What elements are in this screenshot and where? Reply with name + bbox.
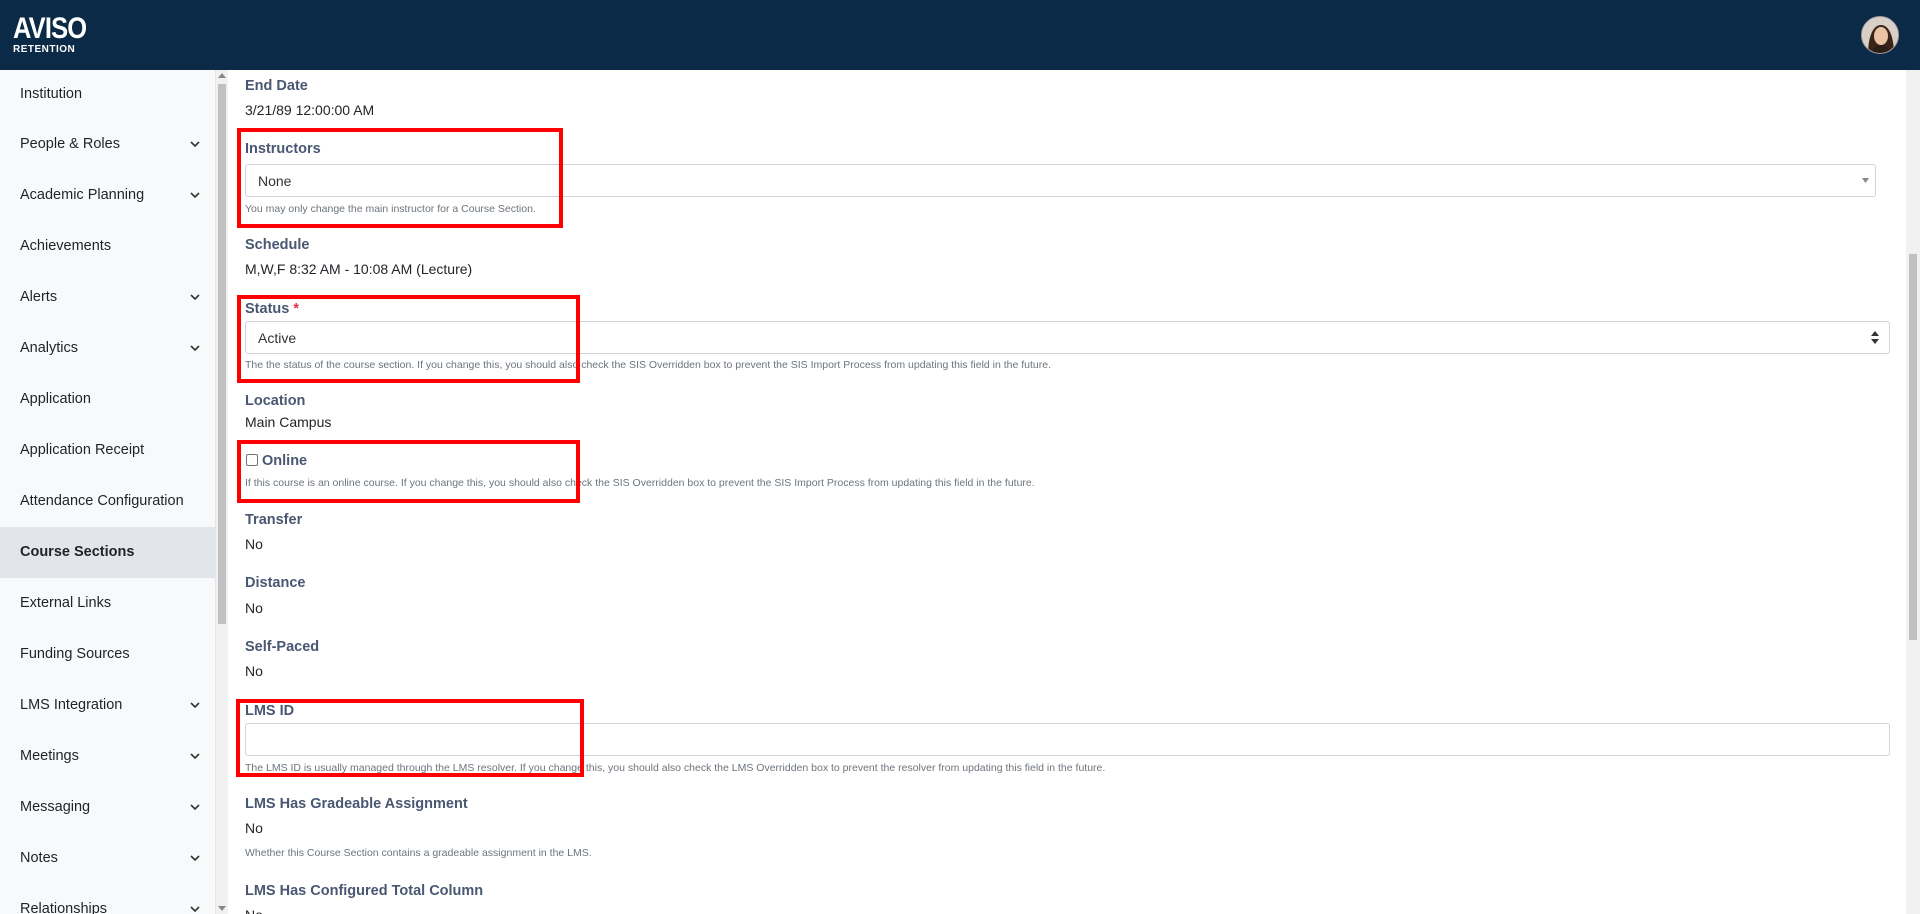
sidebar-scroll-thumb[interactable] <box>218 84 226 624</box>
sidebar-item-label: Course Sections <box>20 544 135 560</box>
highlight-box-instructors <box>237 128 563 228</box>
location-value: Main Campus <box>245 414 332 430</box>
sidebar-item-label: LMS Integration <box>20 697 123 713</box>
chevron-down-icon <box>190 753 200 760</box>
chevron-down-icon <box>190 141 200 148</box>
sidebar-item-label: Application Receipt <box>20 442 145 458</box>
sidebar-scrollbar[interactable] <box>216 70 228 914</box>
user-avatar[interactable] <box>1861 16 1899 54</box>
lms-gradeable-value: No <box>245 820 263 836</box>
sidebar-item-achievements[interactable]: Achievements <box>0 221 215 272</box>
sidebar-item-label: Application <box>20 391 91 407</box>
sidebar-nav: Institution People & Roles Academic Planni… <box>0 70 216 914</box>
transfer-label: Transfer <box>245 512 303 528</box>
sidebar-item-label: Achievements <box>20 238 112 254</box>
self-paced-value: No <box>245 663 263 679</box>
scroll-up-arrow-icon[interactable] <box>218 73 226 78</box>
sidebar-item-meetings[interactable]: Meetings <box>0 731 215 782</box>
sidebar-item-label: Attendance Configuration <box>20 493 184 509</box>
select-updown-icon <box>1871 331 1879 344</box>
scroll-down-arrow-icon[interactable] <box>218 906 226 911</box>
sidebar-item-alerts[interactable]: Alerts <box>0 272 215 323</box>
sidebar-item-label: External Links <box>20 595 112 611</box>
sidebar-item-label: Relationships <box>20 901 108 914</box>
sidebar-item-label: Messaging <box>20 799 91 815</box>
schedule-label: Schedule <box>245 237 310 253</box>
course-section-form: End Date 3/21/89 12:00:00 AM Instructors… <box>229 70 1906 914</box>
sidebar-item-relationships[interactable]: Relationships <box>0 884 215 914</box>
sidebar-item-people-roles[interactable]: People & Roles <box>0 119 215 170</box>
sidebar-item-messaging[interactable]: Messaging <box>0 782 215 833</box>
sidebar-item-label: Institution <box>20 86 83 102</box>
aviso-logo[interactable]: AVISO RETENTION <box>13 14 87 58</box>
sidebar-item-external-links[interactable]: External Links <box>0 578 215 629</box>
chevron-down-icon <box>190 345 200 352</box>
lms-gradeable-help-text: Whether this Course Section contains a g… <box>245 847 592 859</box>
lms-total-column-label: LMS Has Configured Total Column <box>245 883 484 899</box>
chevron-down-icon <box>190 906 200 913</box>
sidebar-item-analytics[interactable]: Analytics <box>0 323 215 374</box>
chevron-down-icon <box>190 804 200 811</box>
end-date-value: 3/21/89 12:00:00 AM <box>245 102 375 118</box>
sidebar-item-institution[interactable]: Institution <box>0 70 215 119</box>
sidebar-item-label: Meetings <box>20 748 79 764</box>
sidebar-item-label: Funding Sources <box>20 646 130 662</box>
sidebar-item-application-receipt[interactable]: Application Receipt <box>0 425 215 476</box>
top-header-bar: AVISO RETENTION <box>0 0 1920 70</box>
sidebar-item-application[interactable]: Application <box>0 374 215 425</box>
schedule-value: M,W,F 8:32 AM - 10:08 AM (Lecture) <box>245 261 473 277</box>
distance-value: No <box>245 600 263 616</box>
chevron-down-icon <box>190 192 200 199</box>
self-paced-label: Self-Paced <box>245 639 320 655</box>
end-date-label: End Date <box>245 78 308 94</box>
sidebar-item-label: People & Roles <box>20 136 120 152</box>
sidebar-item-label: Notes <box>20 850 58 866</box>
main-scrollbar[interactable] <box>1906 70 1920 914</box>
transfer-value: No <box>245 536 263 552</box>
avatar-icon <box>1862 17 1898 53</box>
lms-gradeable-label: LMS Has Gradeable Assignment <box>245 796 468 812</box>
main-scroll-thumb[interactable] <box>1909 254 1917 640</box>
highlight-box-lms-id <box>236 699 584 777</box>
sidebar-item-label: Analytics <box>20 340 79 356</box>
location-label: Location <box>245 393 306 409</box>
chevron-down-icon <box>190 702 200 709</box>
sidebar-item-academic-planning[interactable]: Academic Planning <box>0 170 215 221</box>
dropdown-arrow-icon <box>1862 178 1869 183</box>
sidebar-item-attendance-configuration[interactable]: Attendance Configuration <box>0 476 215 527</box>
highlight-box-status <box>237 295 580 383</box>
chevron-down-icon <box>190 855 200 862</box>
sidebar-item-label: Alerts <box>20 289 58 305</box>
sidebar-item-funding-sources[interactable]: Funding Sources <box>0 629 215 680</box>
sidebar-item-label: Academic Planning <box>20 187 145 203</box>
sidebar-item-notes[interactable]: Notes <box>0 833 215 884</box>
distance-label: Distance <box>245 575 306 591</box>
sidebar-item-lms-integration[interactable]: LMS Integration <box>0 680 215 731</box>
highlight-box-online <box>237 440 580 503</box>
lms-total-column-value: No <box>245 907 263 914</box>
chevron-down-icon <box>190 294 200 301</box>
sidebar-item-course-sections[interactable]: Course Sections <box>0 527 215 578</box>
